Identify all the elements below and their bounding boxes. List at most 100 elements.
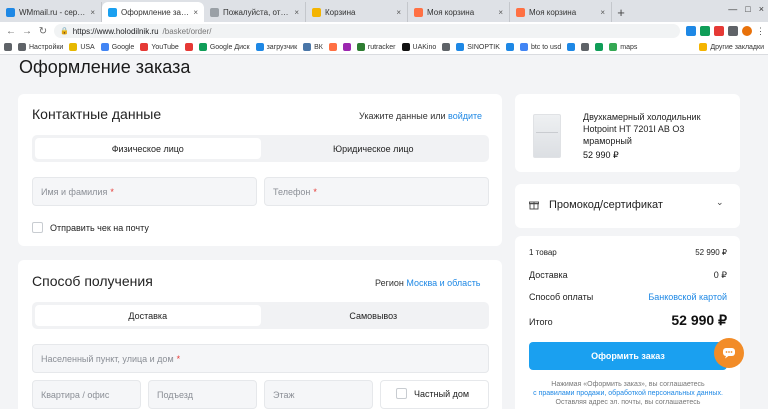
receipt-checkbox[interactable] xyxy=(32,222,43,233)
other-bookmarks[interactable]: Другие закладки xyxy=(699,43,764,51)
bookmark-item[interactable]: btc to usd xyxy=(519,43,562,51)
back-icon[interactable]: ← xyxy=(6,26,16,37)
bookmark-item[interactable]: Google Диск xyxy=(198,43,250,51)
extension-icon[interactable] xyxy=(728,26,738,36)
payment-label: Способ оплаты xyxy=(529,292,594,302)
url-host: https://www.holodilnik.ru xyxy=(72,26,159,36)
bookmark-item[interactable] xyxy=(4,43,12,51)
promo-row[interactable]: Промокод/сертификат xyxy=(529,199,663,211)
bookmark-item[interactable]: maps xyxy=(609,43,637,51)
delivery-method-switch: Доставка Самовывоз xyxy=(32,302,489,329)
apartment-field[interactable]: Квартира / офис xyxy=(32,380,141,409)
delivery-label: Доставка xyxy=(529,270,568,280)
extension-icon[interactable] xyxy=(714,26,724,36)
summary-payment-row: Способ оплаты Банковской картой xyxy=(529,292,727,302)
minimize-icon[interactable]: — xyxy=(728,4,737,14)
login-link[interactable]: войдите xyxy=(448,111,482,121)
bookmark-item[interactable]: ВК xyxy=(303,43,323,51)
browser-tab[interactable]: Оформление заказа | х...× xyxy=(102,2,204,22)
tab-close-icon[interactable]: × xyxy=(90,8,95,17)
place-order-button[interactable]: Оформить заказ xyxy=(529,342,727,370)
tab-close-icon[interactable]: × xyxy=(396,8,401,17)
bookmark-item[interactable]: Google xyxy=(100,43,134,51)
browser-tab[interactable]: Моя корзина × xyxy=(510,2,612,22)
bookmark-item[interactable] xyxy=(567,43,576,51)
entrance-field[interactable]: Подъезд xyxy=(148,380,257,409)
region-link[interactable]: Москва и область xyxy=(406,278,480,288)
address-field[interactable]: Населенный пункт, улица и дом * xyxy=(32,344,489,373)
bookmark-item[interactable] xyxy=(595,43,604,51)
bookmark-label: UAKino xyxy=(412,43,437,51)
browser-tab[interactable]: Пожалуйста, отключит... × xyxy=(204,2,306,22)
promo-label: Промокод/сертификат xyxy=(549,199,663,211)
maximize-icon[interactable]: □ xyxy=(745,4,750,14)
fridge-image[interactable] xyxy=(533,114,561,158)
name-field[interactable]: Имя и фамилия * xyxy=(32,177,257,206)
total-label: Итого xyxy=(529,317,553,327)
total-value: 52 990 ₽ xyxy=(671,312,727,328)
contacts-hint: Укажите данные или войдите xyxy=(359,111,482,121)
address-placeholder: Населенный пункт, улица и дом xyxy=(41,353,174,364)
tab-close-icon[interactable]: × xyxy=(294,8,299,17)
new-tab-button[interactable]: + xyxy=(612,2,630,22)
tab-title: Моя корзина xyxy=(529,7,577,17)
bookmark-item[interactable]: UAKino xyxy=(401,43,437,51)
phone-field[interactable]: Телефон * xyxy=(264,177,489,206)
bookmark-label: btc to usd xyxy=(530,43,562,51)
bookmark-favicon-icon xyxy=(609,43,618,51)
name-placeholder: Имя и фамилия xyxy=(41,186,108,197)
tab-close-icon[interactable]: × xyxy=(600,8,605,17)
bookmark-label: rutracker xyxy=(367,43,396,51)
bookmark-item[interactable] xyxy=(442,43,451,51)
reload-icon[interactable]: ↻ xyxy=(38,26,48,37)
phone-placeholder: Телефон xyxy=(273,186,311,197)
bookmark-item[interactable]: SINOPTIK xyxy=(456,43,500,51)
consent-links[interactable]: с правилами продажи, обработкой персонал… xyxy=(529,389,727,398)
required-mark: * xyxy=(176,353,181,364)
other-bookmarks-label: Другие закладки xyxy=(710,43,764,51)
browser-tab[interactable]: Корзина × xyxy=(306,2,408,22)
bookmark-item[interactable] xyxy=(581,43,590,51)
bookmark-favicon-icon xyxy=(100,43,109,51)
bookmark-item[interactable]: загрузчик xyxy=(255,43,297,51)
contacts-hint-text: Укажите данные или xyxy=(359,111,446,121)
browser-tab[interactable]: WMmail.ru - сервис по... × xyxy=(0,2,102,22)
tab-delivery[interactable]: Доставка xyxy=(35,305,261,326)
chevron-down-icon[interactable]: ⌄ xyxy=(716,197,724,208)
browser-tab[interactable]: Моя корзина × xyxy=(408,2,510,22)
extension-icon[interactable] xyxy=(686,26,696,36)
private-house-checkbox[interactable] xyxy=(396,388,407,399)
bookmark-item[interactable]: YouTube xyxy=(140,43,179,51)
bookmark-item[interactable]: rutracker xyxy=(356,43,396,51)
floor-field[interactable]: Этаж xyxy=(264,380,373,409)
tab-close-icon[interactable]: × xyxy=(193,8,198,17)
bookmark-label: SINOPTIK xyxy=(467,43,500,51)
bookmark-favicon-icon xyxy=(456,43,465,51)
chat-button[interactable] xyxy=(714,338,744,368)
payment-method-link[interactable]: Банковской картой xyxy=(648,292,727,302)
profile-avatar[interactable] xyxy=(742,26,752,36)
gift-icon xyxy=(529,201,539,210)
bookmark-item[interactable]: USA xyxy=(69,43,95,51)
bookmark-favicon-icon xyxy=(505,43,514,51)
extension-icon[interactable] xyxy=(700,26,710,36)
delivery-cost: 0 ₽ xyxy=(713,270,727,280)
tab-legal-entity[interactable]: Юридическое лицо xyxy=(261,138,487,159)
tab-pickup[interactable]: Самовывоз xyxy=(261,305,487,326)
bookmark-item[interactable] xyxy=(505,43,514,51)
bookmark-item[interactable] xyxy=(328,43,337,51)
menu-icon[interactable]: ⋮ xyxy=(756,26,765,36)
bookmark-favicon-icon xyxy=(342,43,351,51)
product-name[interactable]: Двухкамерный холодильник Hotpoint HT 720… xyxy=(583,111,733,147)
url-field[interactable]: 🔒 https://www.holodilnik.ru/basket/order… xyxy=(54,24,680,38)
tab-individual[interactable]: Физическое лицо xyxy=(35,138,261,159)
tab-close-icon[interactable]: × xyxy=(498,8,503,17)
required-mark: * xyxy=(313,186,317,197)
bookmark-item[interactable]: Настройки xyxy=(18,43,63,51)
tab-favicon-icon xyxy=(312,7,321,17)
bookmark-item[interactable] xyxy=(184,43,193,51)
close-window-icon[interactable]: × xyxy=(759,4,764,14)
tab-favicon-icon xyxy=(6,7,15,17)
bookmark-item[interactable] xyxy=(342,43,351,51)
forward-icon[interactable]: → xyxy=(22,26,32,37)
